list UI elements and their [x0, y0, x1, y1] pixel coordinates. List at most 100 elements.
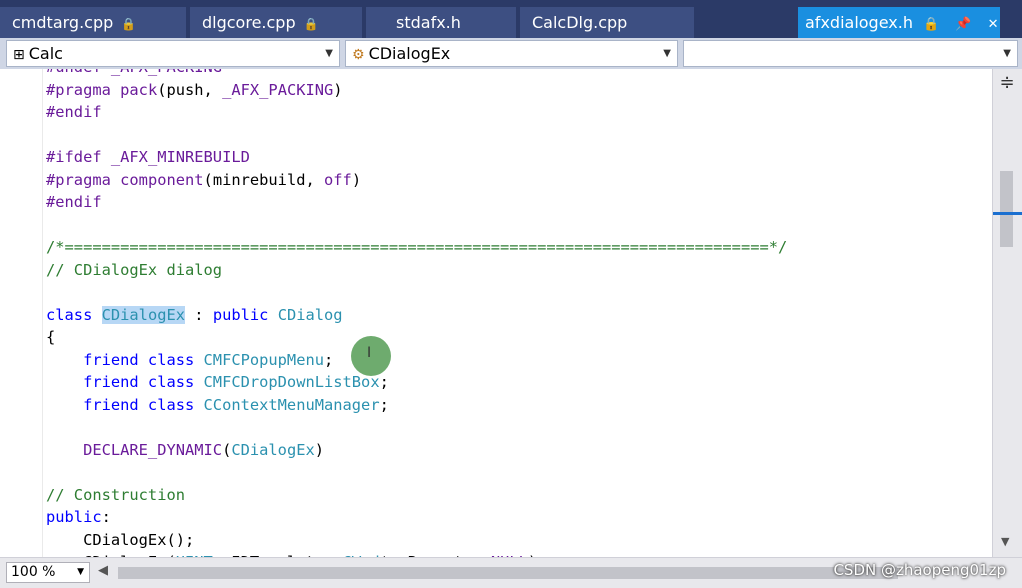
code-line[interactable]: { [46, 326, 986, 349]
code-token: _AFX_PACKING [222, 80, 334, 99]
tab-stdafx[interactable]: stdafx.h [366, 7, 516, 38]
tab-cmdtarg[interactable]: cmdtarg.cpp 🔒 [0, 7, 186, 38]
code-token: (push, [157, 80, 223, 99]
lock-icon: 🔒 [303, 17, 319, 31]
tab-calcdlg[interactable]: CalcDlg.cpp [520, 7, 694, 38]
code-line[interactable]: #pragma pack(push, _AFX_PACKING) [46, 79, 986, 102]
code-line[interactable]: // CDialogEx dialog [46, 259, 986, 282]
code-token: off [324, 170, 352, 189]
tab-afxdialogex[interactable]: afxdialogex.h 🔒 📌 ✕ [798, 7, 1000, 38]
code-token: // Construction [46, 485, 185, 504]
document-tab-strip: cmdtarg.cpp 🔒 dlgcore.cpp 🔒 stdafx.h CalcD… [0, 0, 1022, 38]
code-token: ; [379, 395, 389, 414]
class-label: CDialogEx [368, 44, 451, 63]
code-line[interactable]: #endif [46, 101, 986, 124]
tab-label: stdafx.h [396, 13, 461, 32]
code-token: DECLARE_DYNAMIC [46, 440, 223, 459]
project-icon: ⊞ [13, 47, 25, 63]
code-token: friend class [46, 373, 204, 391]
editor-gutter [0, 69, 30, 557]
chevron-down-icon: ▼ [663, 48, 671, 59]
code-editor[interactable]: #undef _AFX_PACKING #pragma pack(push, _A… [0, 69, 1022, 557]
code-token: component [120, 170, 204, 189]
code-token: ) [333, 80, 343, 99]
chevron-down-icon: ▼ [325, 48, 333, 59]
zoom-dropdown[interactable]: 100 % ▼ [6, 562, 90, 583]
navigation-bar: ⊞ Calc ▼ ⚙ CDialogEx ▼ ▼ [0, 38, 1022, 69]
vertical-scroll-thumb[interactable] [1000, 171, 1013, 247]
tab-label: cmdtarg.cpp [12, 13, 114, 32]
code-line[interactable] [46, 124, 986, 147]
code-token: { [46, 328, 56, 346]
chevron-down-icon: ▼ [77, 567, 84, 577]
code-token: class [46, 305, 102, 324]
zoom-value: 100 % [11, 564, 56, 580]
watermark: CSDN @zhaopeng01zp [833, 561, 1006, 579]
vertical-scrollbar[interactable]: ≑ ▼ [992, 69, 1022, 557]
code-text[interactable]: #undef _AFX_PACKING #pragma pack(push, _A… [46, 69, 986, 557]
code-line[interactable]: DECLARE_DYNAMIC(CDialogEx) [46, 439, 986, 462]
code-token: CContextMenuManager [203, 395, 380, 414]
code-token: friend class [46, 395, 204, 414]
code-token: CDialogEx [101, 305, 186, 324]
code-token: #endif [46, 193, 102, 211]
code-line[interactable]: #pragma component(minrebuild, off) [46, 169, 986, 192]
lock-icon: 🔒 [121, 17, 137, 31]
code-line[interactable] [46, 214, 986, 237]
code-token: ( [222, 440, 232, 459]
code-token: public [46, 508, 102, 526]
split-icon[interactable]: ≑ [995, 73, 1019, 95]
code-token: public [212, 305, 278, 324]
tab-label: afxdialogex.h [805, 13, 913, 32]
code-token: friend class [46, 350, 204, 369]
code-line[interactable]: friend class CContextMenuManager; [46, 394, 986, 417]
code-line[interactable]: #endif [46, 191, 986, 214]
tab-label: dlgcore.cpp [202, 13, 296, 32]
code-token: CDialogEx(); [46, 530, 195, 549]
class-dropdown[interactable]: ⚙ CDialogEx ▼ [345, 40, 678, 67]
code-token: #undef _AFX_PACKING [46, 69, 222, 76]
code-token: ) [351, 170, 362, 189]
outline-margin [42, 69, 43, 557]
code-line[interactable] [46, 461, 986, 484]
code-line[interactable]: public: [46, 506, 986, 529]
tab-actions-icons[interactable]: 🔒 📌 ✕ [923, 17, 1005, 32]
chevron-left-icon[interactable]: ◀ [98, 563, 108, 578]
code-token: #endif [46, 103, 102, 121]
member-dropdown[interactable]: ▼ [683, 40, 1018, 67]
code-line[interactable] [46, 281, 986, 304]
horizontal-scroll-thumb[interactable] [118, 567, 898, 579]
chevron-down-icon[interactable]: ▼ [1001, 535, 1009, 548]
code-line[interactable]: friend class CMFCDropDownListBox; [46, 371, 986, 394]
project-dropdown[interactable]: ⊞ Calc ▼ [6, 40, 340, 67]
code-line[interactable]: class CDialogEx : public CDialog [46, 304, 986, 327]
code-token: _AFX_MINREBUILD [110, 148, 250, 166]
code-token: // CDialogEx dialog [46, 260, 223, 279]
chevron-down-icon: ▼ [1003, 48, 1011, 59]
code-token: ) [314, 440, 325, 459]
code-token: CDialog [277, 305, 343, 324]
code-token: pack [120, 80, 158, 99]
code-token: : [101, 508, 111, 526]
project-label: Calc [28, 44, 63, 63]
ibeam-cursor-icon: I [367, 345, 372, 361]
code-line[interactable]: #ifdef _AFX_MINREBUILD [46, 146, 986, 169]
code-token: CMFCDropDownListBox [203, 373, 380, 391]
code-token: : [185, 305, 213, 324]
code-token: ; [324, 350, 334, 369]
code-line[interactable]: // Construction [46, 484, 986, 507]
code-line[interactable] [46, 416, 986, 439]
code-token: /*======================================… [46, 238, 788, 256]
class-icon: ⚙ [352, 47, 365, 63]
code-line[interactable]: CDialogEx(); [46, 529, 986, 552]
tab-label: CalcDlg.cpp [532, 13, 628, 32]
code-token: (minrebuild, [203, 170, 325, 189]
tab-dlgcore[interactable]: dlgcore.cpp 🔒 [190, 7, 362, 38]
code-line[interactable]: friend class CMFCPopupMenu; [46, 349, 986, 372]
code-line[interactable]: #undef _AFX_PACKING [46, 69, 986, 79]
editor-bottom-bar: 100 % ▼ ◀ CSDN @zhaopeng01zp [0, 557, 1022, 588]
code-token: #pragma [46, 170, 121, 189]
code-token: #pragma [46, 80, 121, 99]
code-token: ; [379, 373, 389, 391]
code-line[interactable]: /*======================================… [46, 236, 986, 259]
